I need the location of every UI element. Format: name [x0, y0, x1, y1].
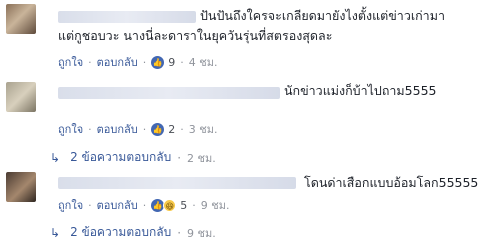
commenter-avatar[interactable]: [6, 4, 36, 34]
comment-meta: ถูกใจ · ตอบกลับ · 👍 😆 5 · 9 ชม.: [58, 198, 229, 212]
reply-link[interactable]: ตอบกลับ: [97, 196, 138, 214]
reaction-count[interactable]: 5: [180, 199, 187, 212]
reaction-count[interactable]: 9: [168, 56, 175, 69]
reply-arrow-icon: ↳: [50, 150, 61, 165]
like-link[interactable]: ถูกใจ: [58, 53, 83, 71]
commenter-avatar[interactable]: [6, 82, 36, 112]
view-replies-link[interactable]: ↳ 2 ข้อความตอบกลับ · 9 ชม.: [50, 223, 216, 242]
view-replies-link[interactable]: ↳ 2 ข้อความตอบกลับ · 2 ชม.: [50, 148, 216, 167]
commenter-name-blurred[interactable]: [58, 11, 196, 23]
comment-timestamp[interactable]: 9 ชม.: [201, 196, 230, 214]
comment-text: นักข่าวแม่งก็บ้าไปถาม5555: [284, 83, 437, 98]
comment-timestamp[interactable]: 4 ชม.: [189, 53, 218, 71]
replies-count-label[interactable]: 2 ข้อความตอบกลับ: [70, 148, 171, 167]
replies-count-label[interactable]: 2 ข้อความตอบกลับ: [70, 223, 171, 242]
reply-link[interactable]: ตอบกลับ: [97, 53, 138, 71]
commenter-name-blurred[interactable]: [58, 87, 280, 99]
reply-link[interactable]: ตอบกลับ: [97, 120, 138, 138]
replies-timestamp: 9 ชม.: [187, 226, 216, 240]
haha-icon[interactable]: 😆: [163, 198, 177, 212]
thumbs-up-icon[interactable]: 👍: [151, 55, 165, 69]
comment-text: โดนด่าเสือกแบบอ้อมโลก55555: [304, 175, 479, 190]
thumbs-up-icon[interactable]: 👍: [151, 122, 165, 136]
comment-text-line: ปันปันถึงใครจะเกลียดมายังไงตั้งแต่ข่าวเก…: [200, 8, 445, 23]
comment-meta: ถูกใจ · ตอบกลับ · 👍 2 · 3 ชม.: [58, 122, 217, 136]
replies-timestamp: 2 ชม.: [187, 151, 216, 165]
commenter-name-blurred[interactable]: [58, 177, 296, 189]
commenter-avatar[interactable]: [6, 172, 36, 202]
comment-meta: ถูกใจ · ตอบกลับ · 👍 9 · 4 ชม.: [58, 55, 217, 69]
comment-text-line: แต่กูชอบวะ นางนี่ละดาราในยุควันรุ่นที่สต…: [58, 28, 333, 43]
comment-timestamp[interactable]: 3 ชม.: [189, 120, 218, 138]
reply-arrow-icon: ↳: [50, 225, 61, 240]
like-link[interactable]: ถูกใจ: [58, 196, 83, 214]
like-link[interactable]: ถูกใจ: [58, 120, 83, 138]
reaction-count[interactable]: 2: [168, 123, 175, 136]
